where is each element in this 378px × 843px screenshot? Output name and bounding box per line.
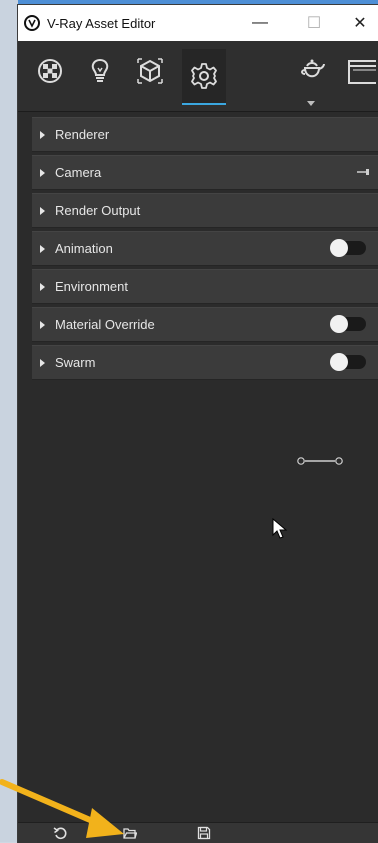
toggle-knob <box>330 239 348 257</box>
gear-icon <box>191 63 217 89</box>
folder-open-icon <box>123 828 137 839</box>
settings-button[interactable] <box>182 49 226 105</box>
toolbar <box>18 41 378 112</box>
expand-arrow-icon <box>40 130 45 139</box>
pin-icon[interactable] <box>356 168 370 176</box>
window-icon <box>348 60 376 84</box>
lights-button[interactable] <box>78 49 122 93</box>
toggle-knob <box>330 315 348 333</box>
teapot-icon <box>301 59 325 78</box>
asset-editor-window: V-Ray Asset Editor — ☐ ✕ Renderer Camera… <box>18 5 378 843</box>
rollout-material-override[interactable]: Material Override <box>32 307 378 342</box>
geometry-button[interactable] <box>128 49 172 93</box>
desktop-left-strip <box>0 0 18 842</box>
bottom-toolbar <box>18 822 378 843</box>
cube-icon <box>137 58 163 84</box>
materials-icon <box>38 59 62 83</box>
save-icon <box>197 826 211 840</box>
maximize-button[interactable]: ☐ <box>290 5 338 41</box>
expand-arrow-icon <box>40 168 45 177</box>
rollout-renderer[interactable]: Renderer <box>32 117 378 152</box>
mouse-cursor-icon <box>272 518 288 539</box>
swarm-toggle[interactable] <box>330 353 366 371</box>
material-override-toggle[interactable] <box>330 315 366 333</box>
title-bar[interactable]: V-Ray Asset Editor — ☐ ✕ <box>18 5 378 41</box>
rollout-label: Material Override <box>55 317 155 332</box>
render-dropdown-caret[interactable] <box>307 101 315 106</box>
rollout-label: Environment <box>55 279 128 294</box>
rollout-label: Camera <box>55 165 102 180</box>
animation-toggle[interactable] <box>330 239 366 257</box>
expand-arrow-icon <box>40 282 45 291</box>
save-button[interactable] <box>194 825 214 841</box>
expand-arrow-icon <box>40 320 45 329</box>
settings-rollouts: Renderer Camera Render Output Animation … <box>32 117 378 383</box>
expand-arrow-icon <box>40 358 45 367</box>
materials-button[interactable] <box>28 49 72 93</box>
rollout-render-output[interactable]: Render Output <box>32 193 378 228</box>
undo-icon <box>53 827 67 840</box>
toggle-knob <box>330 353 348 371</box>
render-button[interactable] <box>290 49 334 93</box>
rollout-label: Render Output <box>55 203 141 218</box>
light-bulb-icon <box>91 58 109 82</box>
rollout-animation[interactable]: Animation <box>32 231 378 266</box>
node-connector-icon <box>297 457 343 465</box>
window-title: V-Ray Asset Editor <box>47 15 156 31</box>
reset-button[interactable] <box>50 825 70 841</box>
rollout-environment[interactable]: Environment <box>32 269 378 304</box>
rollout-label: Swarm <box>55 355 96 370</box>
vray-logo-icon <box>24 15 40 31</box>
open-button[interactable] <box>120 825 140 841</box>
rollout-camera[interactable]: Camera <box>32 155 378 190</box>
expand-arrow-icon <box>40 206 45 215</box>
rollout-label: Animation <box>55 241 113 256</box>
frame-buffer-button[interactable] <box>340 49 378 93</box>
close-button[interactable]: ✕ <box>336 5 378 41</box>
rollout-swarm[interactable]: Swarm <box>32 345 378 380</box>
expand-arrow-icon <box>40 244 45 253</box>
minimize-button[interactable]: — <box>236 5 284 41</box>
rollout-label: Renderer <box>55 127 110 142</box>
